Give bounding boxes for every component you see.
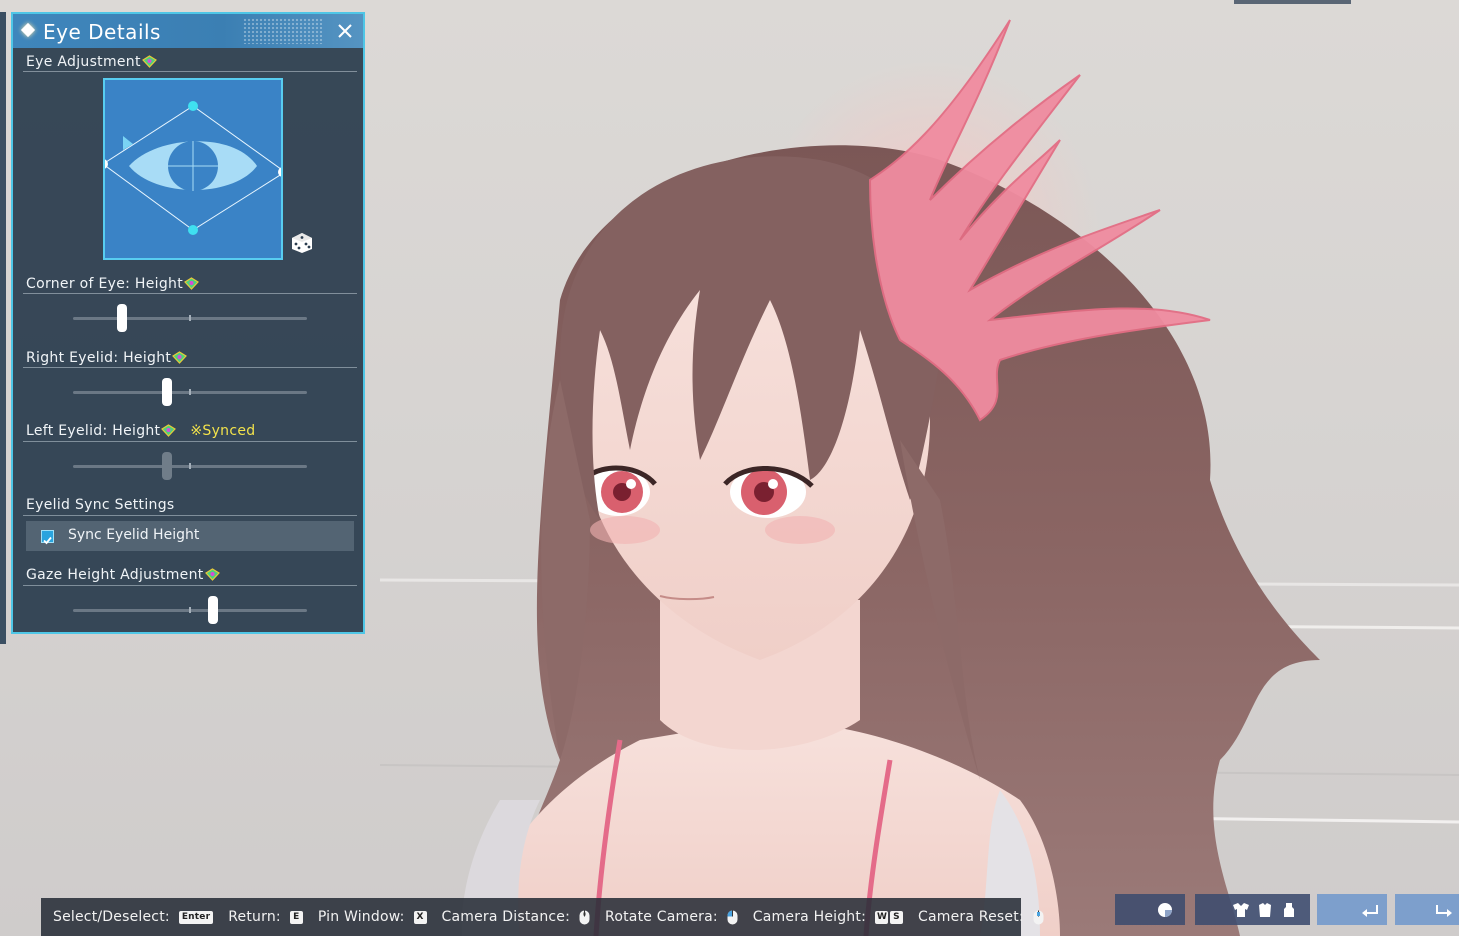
- sync-eyelid-checkbox[interactable]: [41, 530, 54, 545]
- slider-center-tick: [189, 315, 191, 321]
- sync-eyelid-row[interactable]: Sync Eyelid Height: [26, 521, 354, 551]
- hint-camera-reset-text: Camera Reset:: [917, 909, 1024, 925]
- section-divider: [23, 585, 357, 586]
- character-viewport[interactable]: Eye Details Eye Adjustment Corner of Eye…: [0, 0, 1459, 936]
- gem-icon: [184, 277, 199, 290]
- right-eyelid-label: Right Eyelid: Height: [26, 350, 188, 366]
- hint-camera-reset: Camera Reset:: [918, 909, 1044, 925]
- w-key-icon: W: [874, 910, 888, 924]
- hint-pin: Pin Window: X: [318, 909, 427, 925]
- panel-header[interactable]: Eye Details: [13, 14, 363, 48]
- left-eyelid-text: Left Eyelid: Height: [26, 423, 161, 439]
- slider-thumb[interactable]: [117, 304, 128, 332]
- slider-center-tick: [189, 389, 191, 395]
- diamond-icon: [20, 22, 36, 38]
- section-divider: [23, 515, 357, 516]
- section-divider: [23, 71, 357, 72]
- mouse-middle-icon: [1033, 910, 1044, 924]
- dice-icon: [292, 233, 312, 253]
- gaze-height-slider[interactable]: [73, 596, 307, 624]
- left-eyelid-slider: [73, 452, 307, 480]
- eye-details-panel: Eye Details Eye Adjustment Corner of Eye…: [11, 12, 365, 634]
- eye-adjustment-pad[interactable]: [98, 78, 288, 260]
- corner-of-eye-slider[interactable]: [73, 304, 307, 332]
- right-eyelid-text: Right Eyelid: Height: [26, 350, 172, 366]
- left-eyelid-label: Left Eyelid: Height ※Synced: [26, 423, 255, 439]
- close-icon: [338, 24, 352, 38]
- hint-select: Select/Deselect: Enter: [53, 909, 214, 925]
- panel-edge: [0, 12, 6, 644]
- slider-thumb[interactable]: [208, 596, 219, 624]
- x-key-icon: X: [413, 910, 427, 924]
- corner-of-eye-label: Corner of Eye: Height: [26, 276, 199, 292]
- mouse-wheel-icon: [579, 910, 590, 924]
- section-divider: [23, 441, 357, 442]
- eye-adjustment-text: Eye Adjustment: [26, 54, 141, 70]
- corner-of-eye-text: Corner of Eye: Height: [26, 276, 183, 292]
- hint-return-text: Return:: [228, 909, 281, 925]
- gem-icon: [161, 424, 177, 437]
- undo-icon: [1362, 905, 1378, 917]
- outfit-icon: [1233, 903, 1249, 917]
- top-indicator: [1234, 0, 1351, 4]
- section-divider: [23, 293, 357, 294]
- hint-camera-distance: Camera Distance:: [442, 909, 591, 925]
- close-button[interactable]: [333, 19, 357, 43]
- gaze-height-label: Gaze Height Adjustment: [26, 567, 220, 583]
- eye-shape-icon: [98, 101, 288, 235]
- randomize-button[interactable]: [291, 232, 313, 258]
- control-hints-bar: Select/Deselect: Enter Return: E Pin Win…: [41, 898, 1044, 936]
- slider-thumb[interactable]: [161, 378, 172, 406]
- inner-clothing-icon: [1284, 903, 1294, 917]
- checkbox-icon: [43, 536, 52, 545]
- right-eyelid-slider[interactable]: [73, 378, 307, 406]
- panel-title: Eye Details: [43, 20, 161, 44]
- gem-icon: [172, 351, 188, 364]
- slider-center-tick: [189, 607, 191, 613]
- hint-camera-height: Camera Height: W S: [753, 909, 903, 925]
- gaze-height-text: Gaze Height Adjustment: [26, 567, 204, 583]
- redo-icon: [1436, 905, 1452, 917]
- undo-button[interactable]: [1317, 894, 1387, 925]
- eye-adjustment-label: Eye Adjustment: [26, 54, 157, 70]
- gem-icon: [141, 55, 157, 68]
- hint-camera-distance-text: Camera Distance:: [441, 909, 571, 925]
- synced-status: ※Synced: [190, 423, 256, 439]
- e-key-icon: E: [289, 910, 303, 924]
- slider-thumb: [161, 452, 172, 480]
- hint-rotate-camera-text: Rotate Camera:: [605, 909, 718, 925]
- hint-select-text: Select/Deselect:: [53, 909, 170, 925]
- mouse-icon: [727, 909, 738, 924]
- slider-center-tick: [189, 463, 191, 469]
- outfit-toggle-button[interactable]: [1195, 894, 1310, 925]
- hint-rotate-camera: Rotate Camera:: [605, 909, 738, 925]
- sync-eyelid-label: Sync Eyelid Height: [68, 527, 200, 543]
- sticker-icon: [1158, 903, 1172, 917]
- redo-button[interactable]: [1395, 894, 1459, 925]
- eyelid-sync-label: Eyelid Sync Settings: [26, 497, 175, 513]
- hint-return: Return: E: [228, 909, 303, 925]
- header-pattern: [243, 18, 323, 44]
- hint-pin-text: Pin Window:: [317, 909, 405, 925]
- sticker-button[interactable]: [1115, 894, 1185, 925]
- section-divider: [23, 367, 357, 368]
- hint-camera-height-text: Camera Height:: [752, 909, 866, 925]
- s-key-icon: S: [889, 910, 903, 924]
- top-clothing-icon: [1259, 903, 1271, 917]
- gem-icon: [204, 568, 220, 581]
- enter-key-icon: Enter: [178, 910, 214, 924]
